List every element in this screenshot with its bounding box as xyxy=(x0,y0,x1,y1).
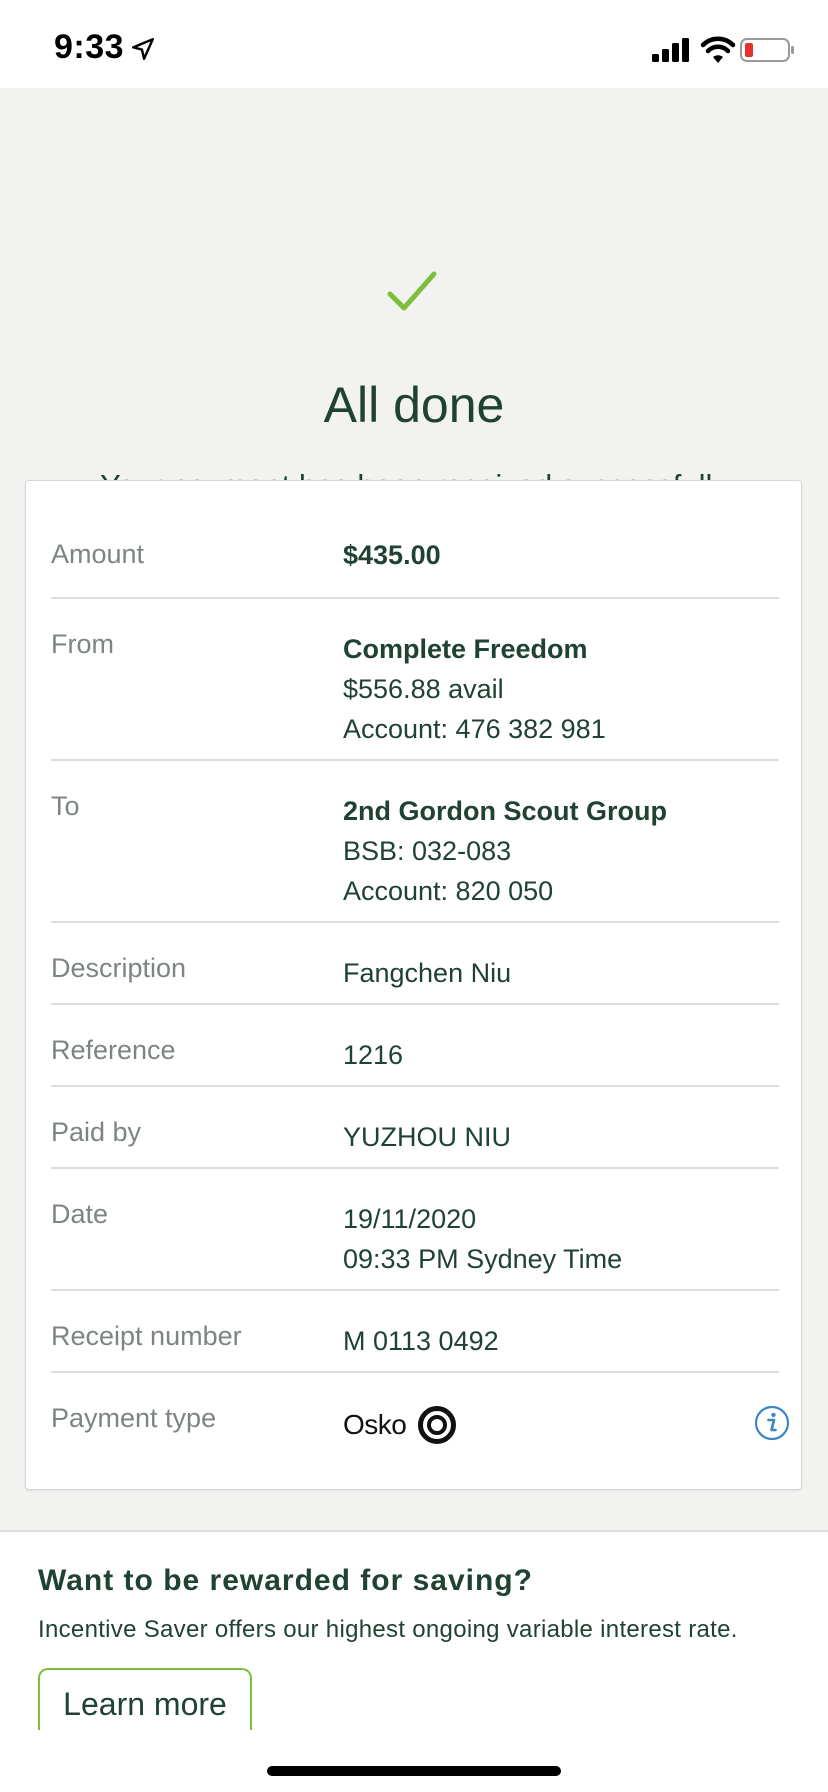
to-account-number: Account: 820 050 xyxy=(343,876,554,906)
paid-by-label: Paid by xyxy=(51,1117,142,1147)
from-row: From Complete Freedom $556.88 avail Acco… xyxy=(51,599,779,761)
reference-row: Reference 1216 xyxy=(51,1005,779,1087)
checkmark-icon xyxy=(387,271,437,311)
date-row: Date 19/11/2020 09:33 PM Sydney Time xyxy=(51,1169,779,1291)
date-value: 19/11/2020 09:33 PM Sydney Time xyxy=(343,1199,622,1279)
to-row: To 2nd Gordon Scout Group BSB: 032-083 A… xyxy=(51,761,779,923)
location-arrow-icon xyxy=(132,38,154,60)
from-label: From xyxy=(51,629,114,659)
learn-more-label: Learn more xyxy=(63,1686,227,1722)
battery-low-icon xyxy=(740,38,794,62)
payment-type-label: Payment type xyxy=(51,1403,217,1433)
amount-label: Amount xyxy=(51,539,145,569)
amount-value: $435.00 xyxy=(343,540,441,570)
wifi-icon xyxy=(700,36,736,63)
cellular-signal-icon xyxy=(652,38,689,62)
from-account-number: Account: 476 382 981 xyxy=(343,714,606,744)
info-icon[interactable] xyxy=(754,1405,790,1441)
promo-title: Want to be rewarded for saving? xyxy=(38,1564,533,1597)
receipt-card: Amount $435.00 From Complete Freedom $55… xyxy=(25,480,802,1490)
home-indicator[interactable] xyxy=(267,1766,561,1776)
receipt-number-row: Receipt number M 0113 0492 xyxy=(51,1291,779,1373)
description-row: Description Fangchen Niu xyxy=(51,923,779,1005)
osko-wordmark: Osko xyxy=(343,1409,407,1440)
amount-row: Amount $435.00 xyxy=(51,481,779,599)
confirmation-title: All done xyxy=(323,377,505,433)
receipt-number-label: Receipt number xyxy=(51,1321,242,1351)
osko-logo-icon xyxy=(418,1406,456,1444)
date-label: Date xyxy=(51,1199,109,1229)
status-bar: 9:33 xyxy=(0,0,828,88)
paid-by-row: Paid by YUZHOU NIU xyxy=(51,1087,779,1169)
from-value: Complete Freedom $556.88 avail Account: … xyxy=(343,629,606,749)
paid-by-value: YUZHOU NIU xyxy=(343,1122,511,1152)
to-value: 2nd Gordon Scout Group BSB: 032-083 Acco… xyxy=(343,791,667,911)
from-account-name: Complete Freedom xyxy=(343,634,588,664)
to-payee-name: 2nd Gordon Scout Group xyxy=(343,796,667,826)
learn-more-button[interactable]: Learn more xyxy=(38,1668,252,1730)
to-label: To xyxy=(51,791,80,821)
description-value: Fangchen Niu xyxy=(343,958,512,988)
receipt-number-value: M 0113 0492 xyxy=(343,1326,499,1356)
reference-value: 1216 xyxy=(343,1040,404,1070)
reference-label: Reference xyxy=(51,1035,176,1065)
promo-text: Incentive Saver offers our highest ongoi… xyxy=(38,1616,738,1643)
from-available-balance: $556.88 avail xyxy=(343,674,504,704)
to-bsb: BSB: 032-083 xyxy=(343,836,512,866)
promo-section: Want to be rewarded for saving? Incentiv… xyxy=(0,1530,828,1730)
date-time: 09:33 PM Sydney Time xyxy=(343,1244,623,1274)
description-label: Description xyxy=(51,953,187,983)
date-date: 19/11/2020 xyxy=(343,1204,477,1234)
payment-type-row: Payment type Osko xyxy=(51,1373,790,1473)
status-time: 9:33 xyxy=(54,28,125,66)
